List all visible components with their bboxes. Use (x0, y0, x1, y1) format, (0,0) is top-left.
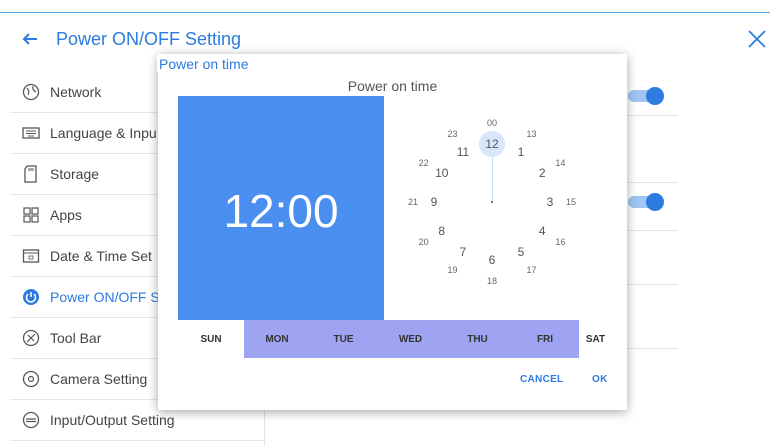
clock-hour-2[interactable]: 2 (539, 166, 546, 180)
dialog-title: Power on time (157, 56, 251, 72)
input-output-icon (22, 411, 40, 429)
close-icon[interactable] (745, 27, 769, 51)
clock-hour-17[interactable]: 17 (526, 265, 536, 275)
clock-hour-12[interactable]: 12 (485, 137, 498, 151)
toggle-knob (646, 87, 664, 105)
back-arrow-icon[interactable] (20, 29, 40, 49)
clock-hour-22[interactable]: 22 (419, 158, 429, 168)
clock-hour-23[interactable]: 23 (447, 129, 457, 139)
clock-hour-21[interactable]: 21 (408, 197, 418, 207)
sidebar-item-label: Network (50, 84, 102, 100)
day-wed[interactable]: WED (377, 320, 444, 358)
weekday-selector: SUN MON TUE WED THU FRI SAT (178, 320, 612, 358)
clock-hour-10[interactable]: 10 (435, 166, 448, 180)
day-thu[interactable]: THU (444, 320, 511, 358)
clock-hour-13[interactable]: 13 (526, 129, 536, 139)
clock-hour-16[interactable]: 16 (555, 237, 565, 247)
sidebar-item-label: Apps (50, 207, 82, 223)
day-mon[interactable]: MON (244, 320, 310, 358)
clock-hour-14[interactable]: 14 (555, 158, 565, 168)
clock-hour-20[interactable]: 20 (419, 237, 429, 247)
power-off-toggle[interactable] (628, 193, 664, 211)
clock-hour-9[interactable]: 9 (431, 195, 438, 209)
power-icon (23, 289, 39, 305)
clock-hour-7[interactable]: 7 (460, 245, 467, 259)
clock-hour-19[interactable]: 19 (447, 265, 457, 275)
clock-hand (492, 157, 493, 202)
clock-hour-15[interactable]: 15 (566, 197, 576, 207)
sidebar-item-label: Tool Bar (50, 330, 102, 346)
clock-hour-5[interactable]: 5 (518, 245, 525, 259)
selected-time[interactable]: 12:00 (178, 184, 384, 238)
sd-card-icon (24, 165, 37, 183)
power-on-toggle[interactable] (628, 87, 664, 105)
day-tue[interactable]: TUE (310, 320, 377, 358)
ok-button[interactable]: OK (592, 374, 608, 385)
sidebar-item-label: Camera Setting (50, 371, 148, 387)
camera-icon (22, 370, 40, 388)
globe-icon (22, 83, 40, 101)
clock-hour-8[interactable]: 8 (438, 224, 445, 238)
clock-hour-1[interactable]: 1 (518, 145, 525, 159)
clock-hour-18[interactable]: 18 (487, 276, 497, 286)
sidebar-item-label: Date & Time Set (50, 248, 152, 264)
time-display-panel: 12:00 (178, 96, 384, 320)
calendar-icon (22, 249, 40, 263)
toolbar-icon (22, 329, 40, 347)
clock-face[interactable]: 12 1 2 3 4 5 6 7 8 9 10 11 00 13 14 15 16 17 18 19 20 21 22 23 (384, 96, 608, 320)
clock-hour-4[interactable]: 4 (539, 224, 546, 238)
day-fri[interactable]: FRI (511, 320, 579, 358)
power-on-time-dialog: Power on time 12:00 12 1 2 3 4 5 6 7 8 9 10 11 00 13 1… (158, 54, 627, 410)
apps-grid-icon (23, 207, 39, 223)
dialog-heading: Power on time (347, 78, 438, 94)
clock-hour-00[interactable]: 00 (487, 118, 497, 128)
clock-hour-3[interactable]: 3 (547, 195, 554, 209)
day-sun[interactable]: SUN (178, 320, 244, 358)
clock-hour-6[interactable]: 6 (489, 253, 496, 267)
sidebar-item-label: Language & Inpu (50, 125, 157, 141)
clock-hour-11[interactable]: 11 (457, 145, 469, 159)
day-sat[interactable]: SAT (579, 320, 612, 358)
toggle-knob (646, 193, 664, 211)
keyboard-icon (22, 127, 40, 139)
sidebar-item-label: Input/Output Setting (50, 412, 175, 428)
clock-center-dot (491, 201, 493, 203)
cancel-button[interactable]: CANCEL (520, 374, 563, 385)
sidebar-item-label: Power ON/OFF S (50, 289, 160, 305)
sidebar-item-label: Storage (50, 166, 100, 182)
page-title: Power ON/OFF Setting (56, 29, 242, 49)
